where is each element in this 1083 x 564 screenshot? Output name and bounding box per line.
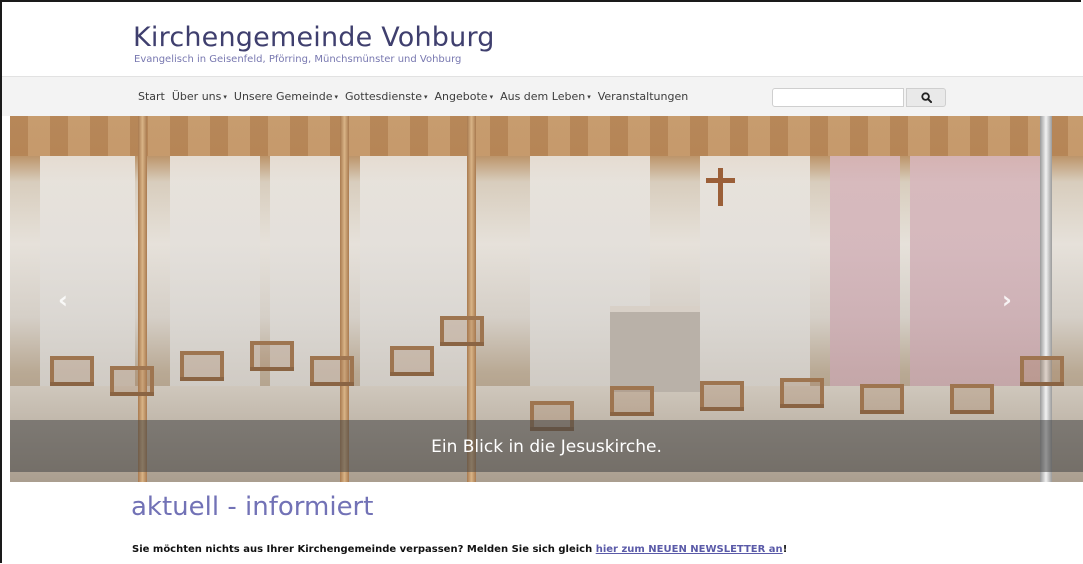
church-ceiling <box>10 116 1083 156</box>
chair <box>390 346 434 376</box>
glass-panel <box>830 156 900 386</box>
chair <box>180 351 224 381</box>
site-title[interactable]: Kirchengemeinde Vohburg <box>133 22 495 53</box>
newsletter-notice: Sie möchten nichts aus Ihrer Kirchengeme… <box>132 544 787 555</box>
nav-item-start[interactable]: Start <box>138 90 165 103</box>
nav-label: Über uns <box>171 90 222 103</box>
nav-item-aus-dem-leben[interactable]: Aus dem Leben ▾ <box>500 90 591 103</box>
nav-menu: Start Über uns ▾ Unsere Gemeinde ▾ Gottesd… <box>138 77 695 116</box>
chair <box>110 366 154 396</box>
chair <box>700 381 744 411</box>
newsletter-link[interactable]: hier zum NEUEN NEWSLETTER an <box>596 544 783 555</box>
chair <box>250 341 294 371</box>
chair <box>860 384 904 414</box>
glass-panel <box>40 156 135 386</box>
glass-panel <box>700 156 810 386</box>
main-navbar: Start Über uns ▾ Unsere Gemeinde ▾ Gottesd… <box>2 76 1083 116</box>
nav-label: Veranstaltungen <box>597 90 689 103</box>
carousel-next-icon[interactable]: › <box>1002 286 1012 314</box>
nav-label: Unsere Gemeinde <box>233 90 333 103</box>
caret-down-icon: ▾ <box>489 93 494 101</box>
caret-down-icon: ▾ <box>223 93 227 101</box>
caret-down-icon: ▾ <box>334 93 339 101</box>
search-input[interactable] <box>772 88 904 107</box>
site-header: Kirchengemeinde Vohburg Evangelisch in G… <box>2 2 1083 75</box>
site-subtitle: Evangelisch in Geisenfeld, Pförring, Mün… <box>134 54 462 65</box>
notice-text: Sie möchten nichts aus Ihrer Kirchengeme… <box>132 544 596 555</box>
nav-item-angebote[interactable]: Angebote ▾ <box>435 90 494 103</box>
nav-item-veranstaltungen[interactable]: Veranstaltungen <box>598 90 689 103</box>
section-title: aktuell - informiert <box>131 492 374 522</box>
nav-label: Angebote <box>434 90 488 103</box>
chair <box>440 316 484 346</box>
search-icon <box>920 92 932 103</box>
search-button[interactable] <box>906 88 946 107</box>
altar <box>610 306 700 392</box>
image-carousel[interactable]: ‹ › Ein Blick in die Jesuskirche. <box>10 116 1083 482</box>
chair <box>310 356 354 386</box>
glass-panel <box>910 156 1040 386</box>
notice-end: ! <box>782 544 788 555</box>
cross-icon <box>706 178 735 183</box>
chair <box>1020 356 1064 386</box>
chair <box>50 356 94 386</box>
carousel-prev-icon[interactable]: ‹ <box>58 286 68 314</box>
nav-item-unsere-gemeinde[interactable]: Unsere Gemeinde ▾ <box>234 90 338 103</box>
nav-item-gottesdienste[interactable]: Gottesdienste ▾ <box>345 90 427 103</box>
caret-down-icon: ▾ <box>424 93 428 101</box>
chair <box>610 386 654 416</box>
nav-item-ueber-uns[interactable]: Über uns ▾ <box>172 90 227 103</box>
cross-icon <box>718 168 723 206</box>
nav-label: Start <box>138 90 165 103</box>
chair <box>780 378 824 408</box>
nav-label: Gottesdienste <box>345 90 422 103</box>
chair <box>950 384 994 414</box>
caret-down-icon: ▾ <box>587 93 591 101</box>
nav-label: Aus dem Leben <box>500 90 586 103</box>
carousel-caption: Ein Blick in die Jesuskirche. <box>431 437 662 457</box>
